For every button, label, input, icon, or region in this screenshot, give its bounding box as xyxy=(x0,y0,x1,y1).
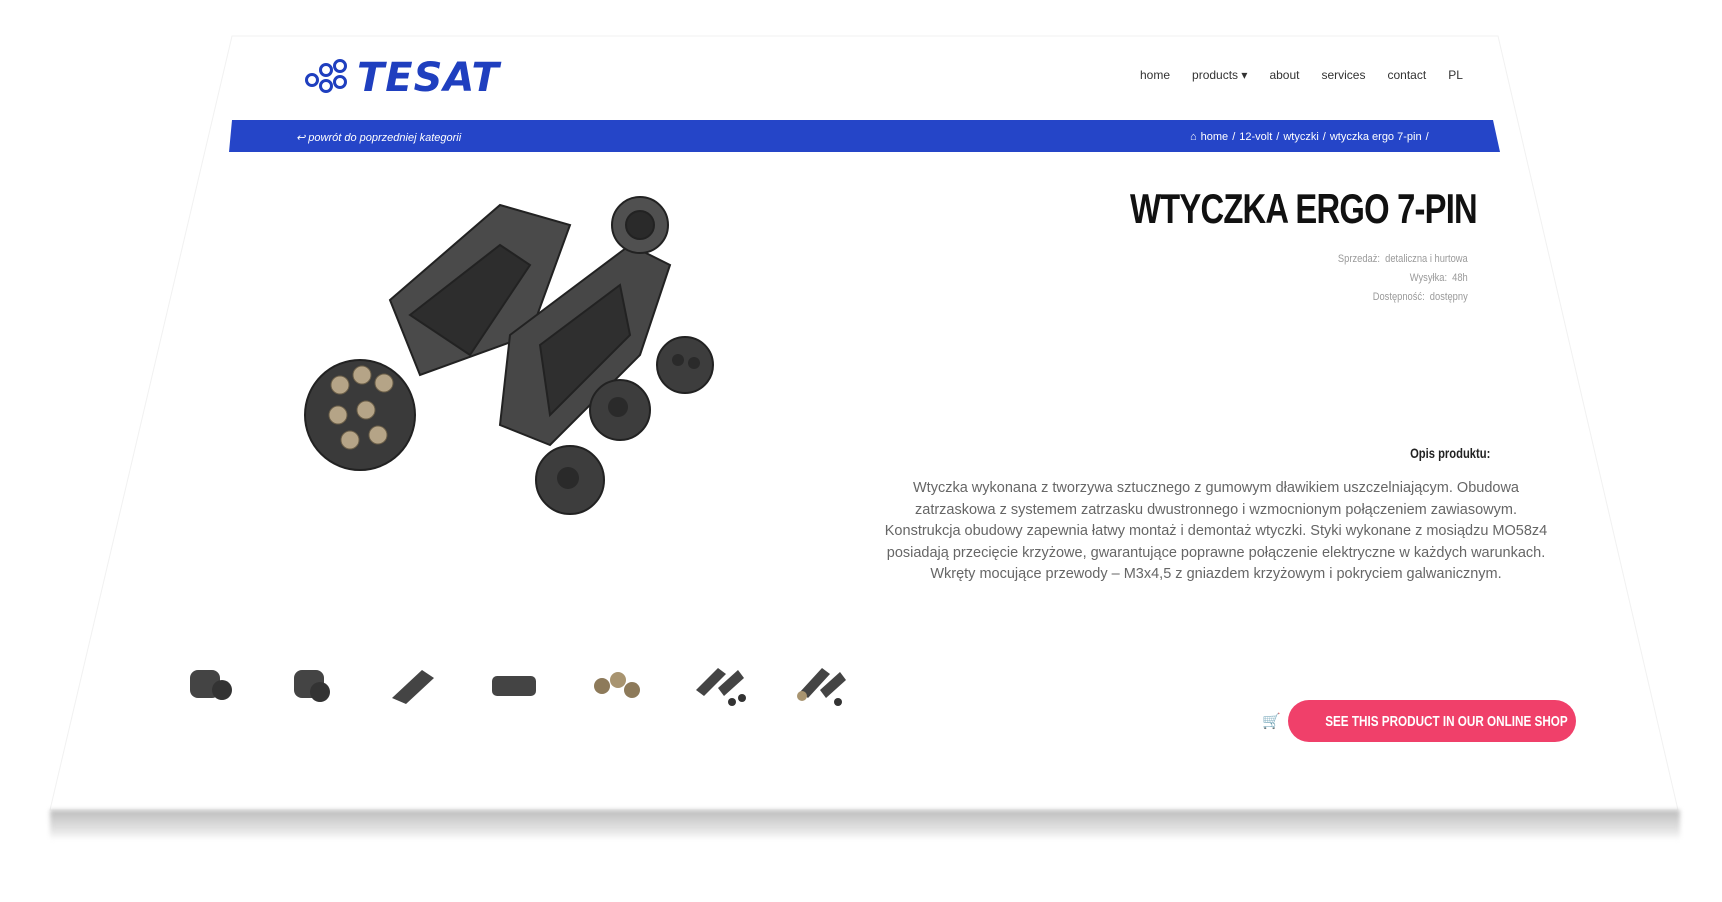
chevron-down-icon: ▾ xyxy=(1241,68,1248,82)
meta-label: Sprzedaż: xyxy=(1338,253,1381,265)
back-link[interactable]: ↩ powrót do poprzedniej kategorii xyxy=(296,131,461,144)
page-title: WTYCZKA ERGO 7-PIN xyxy=(1130,185,1478,232)
product-description: Wtyczka wykonana z tworzywa sztucznego z… xyxy=(884,480,1548,582)
product-main-image[interactable] xyxy=(300,185,800,545)
crumb-current: wtyczka ergo 7-pin xyxy=(1329,131,1422,143)
nav-language[interactable]: PL xyxy=(1448,68,1463,82)
thumbnail-4[interactable] xyxy=(484,660,544,710)
nav-home[interactable]: home xyxy=(1140,68,1170,82)
breadcrumb: ⌂ home/ 12-volt / wtyczki / wtyczka ergo 7… xyxy=(1190,131,1429,143)
nav-products[interactable]: products ▾ xyxy=(1192,68,1247,82)
crumb-12-volt[interactable]: 12-volt xyxy=(1239,131,1272,143)
cart-icon: 🛒 xyxy=(1262,713,1281,730)
home-icon: ⌂ xyxy=(1190,131,1197,143)
crumb-home[interactable]: home xyxy=(1201,131,1229,143)
online-shop-button[interactable]: 🛒 SEE THIS PRODUCT IN OUR ONLINE SHOP xyxy=(1262,700,1576,742)
arrow-left-icon: ↩ xyxy=(296,132,306,144)
meta-row: Sprzedaż: detaliczna i hurtowa xyxy=(1333,250,1468,269)
thumbnail-strip xyxy=(178,660,850,710)
nav-about[interactable]: about xyxy=(1269,68,1299,82)
back-link-label: powrót do poprzedniej kategorii xyxy=(308,132,462,144)
meta-value: detaliczna i hurtowa xyxy=(1385,253,1468,265)
logo-text: TESAT xyxy=(357,55,500,101)
product-meta: Sprzedaż: detaliczna i hurtowa Wysyłka: 48… xyxy=(1333,250,1468,307)
thumbnail-6[interactable] xyxy=(688,660,748,710)
logo[interactable]: TESAT xyxy=(305,55,500,101)
thumbnail-2[interactable] xyxy=(280,660,340,710)
thumbnail-1[interactable] xyxy=(178,660,238,710)
meta-value: 48h xyxy=(1452,272,1468,284)
meta-value: dostępny xyxy=(1430,291,1468,303)
main-nav: home products ▾ about services contact P… xyxy=(1140,68,1463,82)
nav-contact[interactable]: contact xyxy=(1387,68,1426,82)
crumb-wtyczki[interactable]: wtyczki xyxy=(1283,131,1318,143)
logo-mark-icon xyxy=(305,59,349,97)
page-shadow xyxy=(50,810,1680,840)
meta-label: Dostępność: xyxy=(1372,291,1425,303)
description-heading: Opis produktu: xyxy=(1409,445,1490,461)
thumbnail-7[interactable] xyxy=(790,660,850,710)
meta-row: Dostępność: dostępny xyxy=(1333,288,1468,307)
nav-products-label: products xyxy=(1192,68,1239,82)
meta-label: Wysyłka: xyxy=(1409,272,1448,284)
thumbnail-3[interactable] xyxy=(382,660,442,710)
meta-row: Wysyłka: 48h xyxy=(1333,269,1468,288)
thumbnail-5[interactable] xyxy=(586,660,646,710)
online-shop-label: SEE THIS PRODUCT IN OUR ONLINE SHOP xyxy=(1325,712,1568,730)
nav-services[interactable]: services xyxy=(1321,68,1365,82)
